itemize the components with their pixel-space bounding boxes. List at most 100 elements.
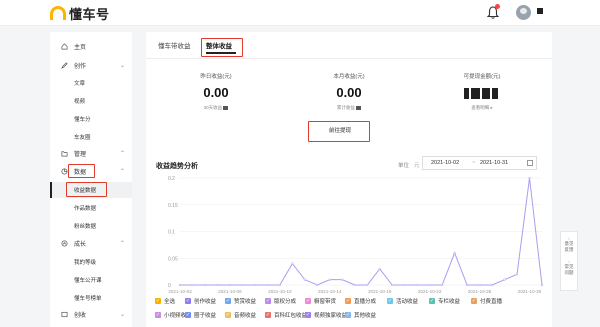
legend-item[interactable]: ✓ 直播分成 xyxy=(345,297,376,305)
data-point[interactable] xyxy=(291,262,294,265)
legend-item[interactable]: ✓ 橱窗带货 xyxy=(305,297,336,305)
data-point[interactable] xyxy=(540,283,544,287)
data-point[interactable] xyxy=(278,283,282,287)
data-point[interactable] xyxy=(440,283,444,287)
sidebar-sub-carclub[interactable]: 车友圈 xyxy=(50,129,132,145)
start-date[interactable]: 2021-10-02 xyxy=(431,160,459,166)
data-point[interactable] xyxy=(341,278,344,281)
data-point[interactable] xyxy=(503,278,506,281)
checkbox-icon[interactable]: ✓ xyxy=(305,298,311,304)
data-point[interactable] xyxy=(366,283,369,287)
data-point[interactable] xyxy=(328,278,331,281)
data-point[interactable] xyxy=(428,283,431,287)
x-tick-label: 2021-10-30 xyxy=(518,289,542,294)
legend-item[interactable]: ✓ 视频独家收益 xyxy=(305,311,347,319)
data-point[interactable] xyxy=(191,283,194,287)
feedback-link[interactable]: 意见反馈 xyxy=(561,241,577,253)
notification-dot xyxy=(495,4,500,9)
end-date[interactable]: 2021-10-31 xyxy=(480,160,508,166)
checkbox-icon[interactable]: ✓ xyxy=(345,312,351,318)
data-point[interactable] xyxy=(228,283,232,287)
y-tick-label: 0.1 xyxy=(168,230,175,236)
sidebar-sub-open-class[interactable]: 懂车公开课 xyxy=(50,272,132,288)
sidebar-sub-video[interactable]: 视频 xyxy=(50,93,132,109)
legend-item[interactable]: ✓ 专栏收益 xyxy=(429,297,460,305)
top-bar: 懂车号 xyxy=(0,0,600,26)
checkbox-icon[interactable]: ✓ xyxy=(225,312,231,318)
logo-mark-icon xyxy=(50,6,66,20)
checkbox-icon[interactable]: ✓ xyxy=(265,298,271,304)
data-point[interactable] xyxy=(490,283,494,287)
legend-item[interactable]: ✓ 全选 xyxy=(155,297,175,305)
app-logo[interactable]: 懂车号 xyxy=(50,5,110,22)
x-tick-label: 2021-10-06 xyxy=(218,289,242,294)
checkbox-icon[interactable]: ✓ xyxy=(185,298,191,304)
sidebar-sub-my-level[interactable]: 我的等级 xyxy=(50,254,132,270)
legend-item[interactable]: ✓ 其他收益 xyxy=(345,311,376,319)
data-point[interactable] xyxy=(528,176,531,180)
avatar[interactable] xyxy=(516,5,531,20)
legend-label: 全选 xyxy=(164,299,176,305)
sidebar-item-income[interactable]: 创收 ⌄ xyxy=(50,306,132,322)
data-point[interactable] xyxy=(416,283,419,287)
floating-help-panel: ◌ 意见反馈 ◌ 常见问题 xyxy=(560,231,578,291)
checkbox-icon[interactable]: ✓ xyxy=(155,298,161,304)
legend-item[interactable]: ✓ 百科红包收益 xyxy=(265,311,307,319)
legend-item[interactable]: ✓ 活动收益 xyxy=(387,297,418,305)
data-point[interactable] xyxy=(478,283,481,287)
checkbox-icon[interactable]: ✓ xyxy=(305,312,311,318)
legend-label: 音频收益 xyxy=(234,313,257,319)
stat-month: 本月收益(元) 0.00 累计收益 xyxy=(289,72,409,111)
legend-item[interactable]: ✓ 音频收益 xyxy=(225,311,256,319)
sidebar-sub-fans-data[interactable]: 粉丝数据 xyxy=(50,218,132,234)
calendar-icon[interactable] xyxy=(527,160,533,166)
chevron-down-icon: ⌄ xyxy=(120,311,126,318)
data-point[interactable] xyxy=(465,283,469,287)
username-masked[interactable] xyxy=(537,8,543,14)
date-separator: ~ xyxy=(472,160,476,166)
checkbox-icon[interactable]: ✓ xyxy=(265,312,271,318)
data-point[interactable] xyxy=(378,267,381,271)
checkbox-icon[interactable]: ✓ xyxy=(471,298,477,304)
sidebar-sub-article[interactable]: 文章 xyxy=(50,75,132,91)
data-point[interactable] xyxy=(453,251,456,255)
date-range-picker[interactable]: 2021-10-02 ~ 2021-10-31 xyxy=(422,156,537,170)
stat-value: 0.00 xyxy=(203,85,229,100)
checkbox-icon[interactable]: ✓ xyxy=(387,298,393,304)
sidebar-item-create[interactable]: 创作 ⌄ xyxy=(50,57,132,73)
view-details-link[interactable]: 查看明细 ▸ xyxy=(422,105,542,111)
checkbox-icon[interactable]: ✓ xyxy=(429,298,435,304)
data-point[interactable] xyxy=(353,283,356,287)
data-point[interactable] xyxy=(203,283,207,287)
unit-value: 元 xyxy=(414,163,420,169)
data-point[interactable] xyxy=(241,283,244,287)
sidebar-sub-ranking[interactable]: 懂车号榜单 xyxy=(50,290,132,306)
sidebar-sub-works-data[interactable]: 作品数据 xyxy=(50,200,132,216)
legend-item[interactable]: ✓ 赞赏收益 xyxy=(225,297,256,305)
data-point[interactable] xyxy=(253,283,257,287)
data-point[interactable] xyxy=(266,283,269,287)
sidebar-sub-dongchefen[interactable]: 懂车分 xyxy=(50,111,132,127)
sidebar-item-home[interactable]: 主页 xyxy=(50,38,132,54)
data-point[interactable] xyxy=(178,283,182,287)
legend-item[interactable]: ✓ 圈子收益 xyxy=(185,311,216,319)
data-point[interactable] xyxy=(403,283,406,287)
legend-item[interactable]: ✓ 创作收益 xyxy=(185,297,216,305)
checkbox-icon[interactable]: ✓ xyxy=(345,298,351,304)
tab-dongche-earnings[interactable]: 懂车带收益 xyxy=(158,40,191,50)
data-point[interactable] xyxy=(515,273,519,276)
checkbox-icon[interactable]: ✓ xyxy=(185,312,191,318)
faq-link[interactable]: 常见问题 xyxy=(561,264,577,276)
checkbox-icon[interactable]: ✓ xyxy=(225,298,231,304)
data-point[interactable] xyxy=(316,283,319,287)
chevron-down-icon: ⌄ xyxy=(120,62,126,69)
data-point[interactable] xyxy=(303,278,306,281)
checkbox-icon[interactable]: ✓ xyxy=(155,312,161,318)
data-point[interactable] xyxy=(216,283,219,287)
y-tick-label: 0.2 xyxy=(168,176,175,182)
legend-item[interactable]: ✓ 版权分成 xyxy=(265,297,296,305)
legend-item[interactable]: ✓ 付费直播 xyxy=(471,297,502,305)
sidebar-item-manage[interactable]: 管理 ⌃ xyxy=(50,145,132,161)
sidebar-item-growth[interactable]: 成长 ⌃ xyxy=(50,235,132,251)
data-point[interactable] xyxy=(391,283,394,287)
